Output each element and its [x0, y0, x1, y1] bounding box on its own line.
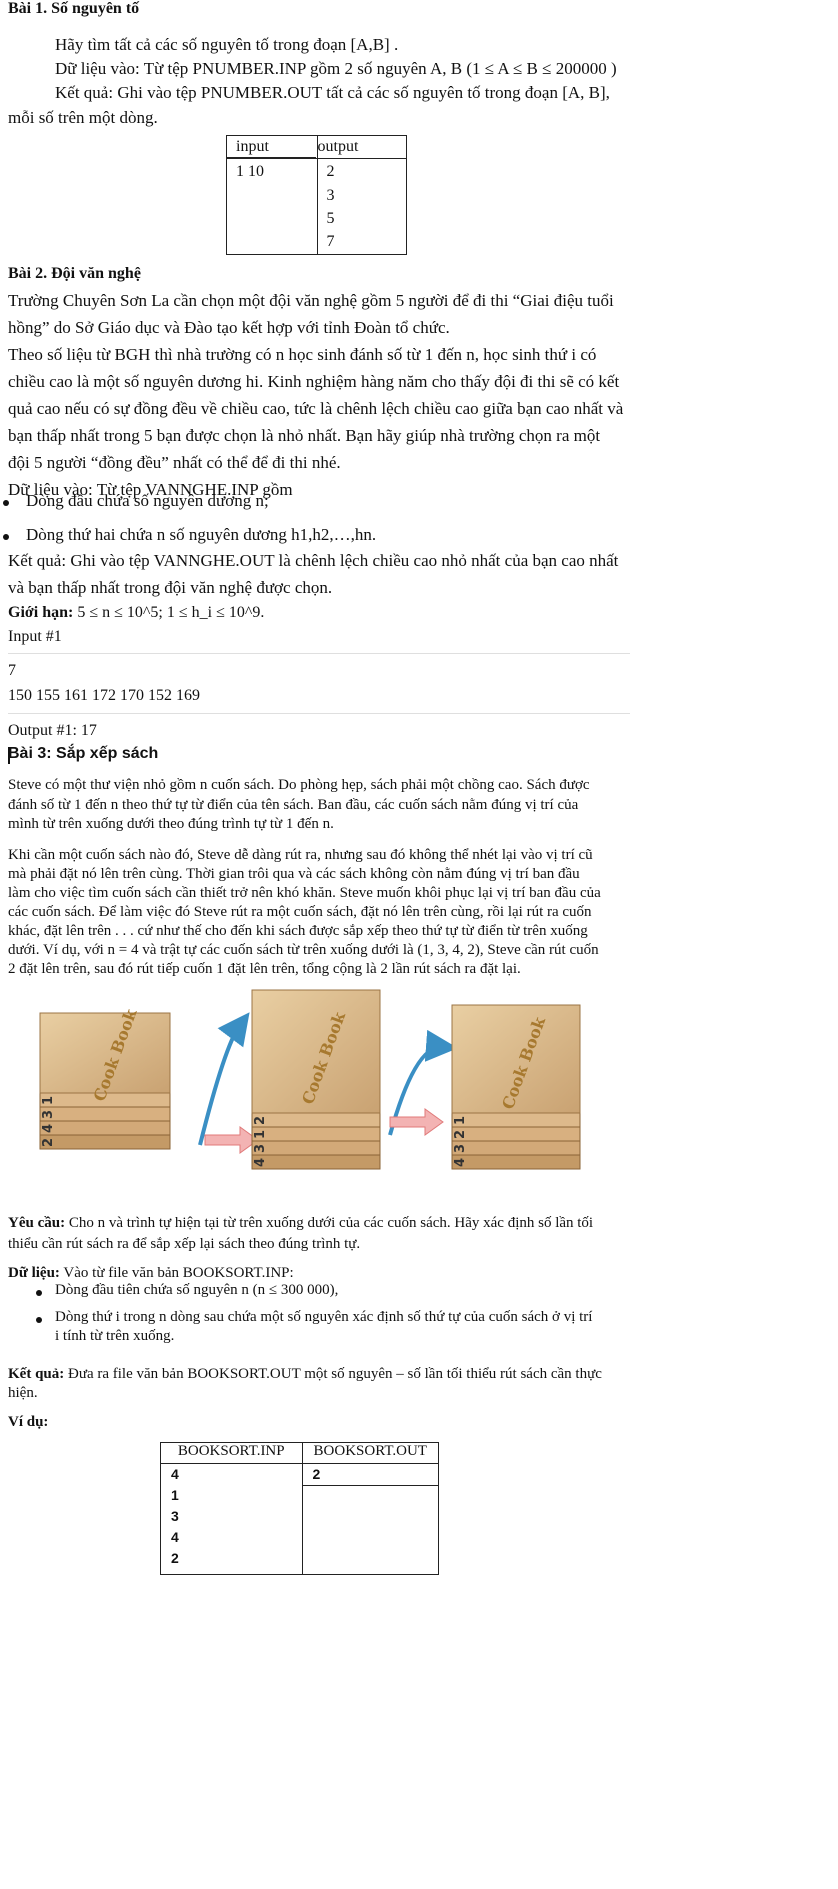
book-number: 3 [453, 1144, 468, 1153]
move-arrow-icon [198, 1012, 250, 1146]
bai2-bullet: Dòng đầu chứa số nguyên dương n; [26, 491, 269, 510]
result-label: Kết quả: [8, 1366, 65, 1382]
book-number: 4 [253, 1158, 268, 1167]
book-number: 1 [41, 1096, 56, 1105]
bai2-line: chiều cao là một số nguyên dương hi. Kin… [8, 372, 620, 391]
cursor-mark [8, 747, 10, 764]
book-number: 1 [453, 1116, 468, 1125]
table-cell: 1 10 [236, 163, 264, 180]
arrow-right-icon [204, 1126, 259, 1154]
bai3-para: dưới. Ví dụ, với n = 4 và trật tự các cu… [8, 942, 599, 958]
bai2-line: đội 5 người “đồng đều” nhất có thể để đi… [8, 453, 341, 472]
bai3-para: 2 đặt lên trên, sau đó rút tiếp cuốn 1 đ… [8, 961, 521, 977]
bai3-title: Bài 3: Sắp xếp sách [8, 745, 159, 762]
booksort-table: BOOKSORT.INP BOOKSORT.OUT 4 1 3 4 2 2 [160, 1442, 439, 1575]
table-header: input [236, 138, 269, 155]
bai1-para: Hãy tìm tất cả các số nguyên tố trong đo… [55, 35, 399, 54]
bai1-title: Bài 1. Số nguyên tố [8, 0, 140, 17]
table-header: BOOKSORT.OUT [301, 1442, 439, 1464]
bai2-line: Trường Chuyên Sơn La cần chọn một đội vă… [8, 291, 614, 310]
limit-label: Giới hạn: [8, 604, 74, 621]
bai2-line: bạn thấp nhất trong 5 bạn được chọn là n… [8, 426, 601, 445]
bai3-para: Steve có một thư viện nhỏ gồm n cuốn sác… [8, 777, 590, 793]
bai2-result: Kết quả: Ghi vào tệp VANNGHE.OUT là chên… [8, 551, 619, 570]
bullet-icon [36, 1290, 42, 1296]
data-label: Dữ liệu: [8, 1265, 60, 1281]
bai3-para: khác, đặt lên trên . . . cứ như thế cho … [8, 923, 588, 939]
bai1-para: Dữ liệu vào: Từ tệp PNUMBER.INP gồm 2 số… [55, 59, 617, 78]
bai2-line: Theo số liệu từ BGH thì nhà trường có n … [8, 345, 597, 364]
book-stack-1: Cook Book 1 3 4 2 [39, 1006, 171, 1150]
table-cell: 3 [326, 187, 335, 204]
bai3-para: các cuốn sách. Để làm việc đó Steve rút … [8, 904, 592, 920]
book-number: 2 [453, 1130, 468, 1139]
bai1-para: Kết quả: Ghi vào tệp PNUMBER.OUT tất cả … [55, 83, 610, 102]
data-text: Vào từ file văn bản BOOKSORT.INP: [63, 1265, 294, 1281]
book-number: 4 [453, 1158, 468, 1167]
input-value: 7 [8, 662, 16, 679]
bai2-bullet: Dòng thứ hai chứa n số nguyên dương h1,h… [26, 525, 377, 544]
data-bullet: Dòng thứ i trong n dòng sau chứa một số … [55, 1309, 593, 1325]
table-cell: 4 [171, 1466, 179, 1482]
bai3-para: đánh số từ 1 đến n theo thứ tự từ điển c… [8, 797, 579, 813]
bai2-line: hồng” do Sở Giáo dục và Đào tạo kết hợp … [8, 318, 450, 337]
bullet-icon [3, 500, 9, 506]
table-cell: 2 [302, 1464, 438, 1486]
bai3-para: mình từ trên xuống dưới theo đúng trình … [8, 816, 334, 832]
req-label: Yêu cầu: [8, 1215, 66, 1231]
book-number: 4 [41, 1124, 56, 1133]
table-header: output [308, 136, 406, 159]
book-stack-figure: Cook Book 1 3 4 2 Cook Book 2 1 3 4 Cook… [39, 989, 581, 1170]
table-cell: 1 [171, 1487, 179, 1503]
table-divider [226, 157, 316, 159]
bullet-icon [36, 1317, 42, 1323]
req-text: Cho n và trình tự hiện tại từ trên xuống… [68, 1215, 594, 1231]
bai2-result: và bạn thấp nhất trong đội văn nghệ được… [8, 578, 333, 597]
limit-text: 5 ≤ n ≤ 10^5; 1 ≤ h_i ≤ 10^9. [77, 604, 265, 621]
book-number: 2 [41, 1138, 56, 1147]
bai3-para: mà phải đặt nó lên trên cùng. Thời gian … [8, 866, 580, 882]
result-text: Đưa ra file văn bản BOOKSORT.OUT một số … [68, 1366, 602, 1382]
divider [8, 653, 630, 654]
table-header: BOOKSORT.INP [160, 1442, 303, 1464]
table-cell: 2 [326, 163, 335, 180]
table-cell: 7 [326, 233, 335, 250]
table-cell: 4 [171, 1529, 179, 1545]
input-label: Input #1 [8, 628, 62, 645]
book-number: 3 [41, 1110, 56, 1119]
divider [8, 713, 630, 714]
output-label: Output #1: 17 [8, 722, 97, 739]
req-text: thiểu cần rút sách ra để sắp xếp lại sác… [8, 1236, 361, 1252]
book-stack-2: Cook Book 2 1 3 4 [251, 989, 381, 1170]
result-text: hiện. [8, 1385, 38, 1401]
bai3-para: Khi cần một cuốn sách nào đó, Steve dễ d… [8, 847, 593, 863]
book-number: 3 [253, 1144, 268, 1153]
bai3-para: làm cho việc tìm cuốn sách cần thiết trở… [8, 885, 601, 901]
data-bullet: Dòng đầu tiên chứa số nguyên n (n ≤ 300 … [55, 1282, 339, 1298]
example-label: Ví dụ: [8, 1414, 49, 1430]
table-cell: 3 [171, 1508, 179, 1524]
table-cell: 2 [171, 1550, 179, 1566]
bai1-para: mỗi số trên một dòng. [8, 108, 158, 127]
bai1-io-table: input 1 10 output 2 3 5 7 [226, 135, 407, 255]
book-number: 2 [253, 1116, 268, 1125]
book-number: 1 [253, 1130, 268, 1139]
book-stack-3: Cook Book 1 2 3 4 [451, 1004, 581, 1170]
bai2-title: Bài 2. Đội văn nghệ [8, 265, 141, 282]
input-value: 150 155 161 172 170 152 169 [8, 687, 200, 704]
bullet-icon [3, 534, 9, 540]
bai2-line: quả cao nếu có sự đồng đều về chiều cao,… [8, 399, 624, 418]
data-bullet: i tính từ trên xuống. [55, 1328, 175, 1344]
table-cell: 5 [326, 210, 335, 227]
